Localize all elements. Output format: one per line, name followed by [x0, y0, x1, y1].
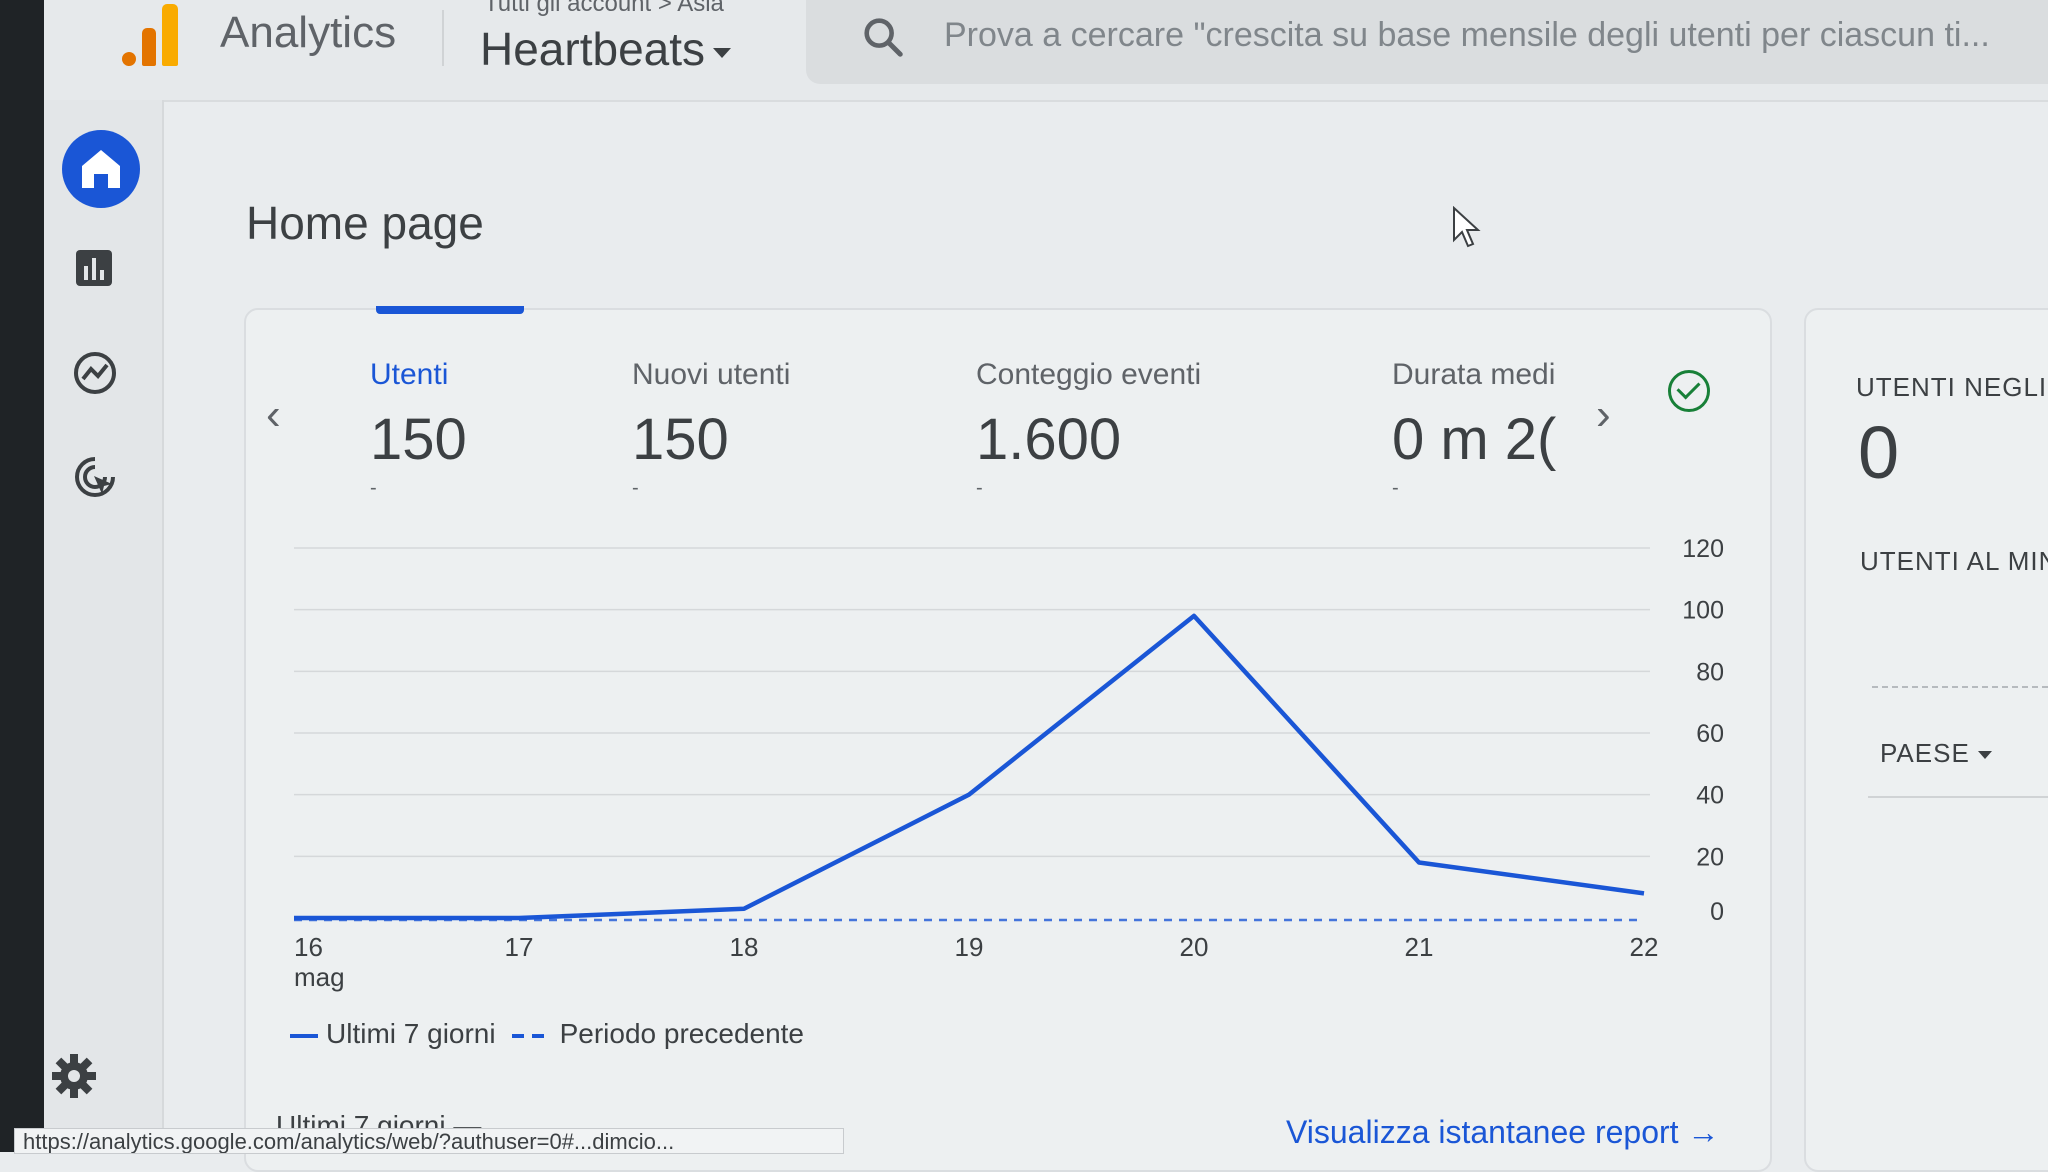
x-tick-label: 19 — [955, 932, 984, 962]
legend-previous: Periodo precedente — [559, 1018, 805, 1049]
per-minute-baseline — [1872, 686, 2048, 688]
x-tick-label: 18 — [730, 932, 759, 962]
report-link-label: Visualizza istantanee report — [1286, 1114, 1679, 1150]
legend-swatch-solid — [290, 1033, 318, 1038]
users-line-chart: 0 20 40 60 80 100 120 16mag 17 18 19 20 21 22 — [294, 535, 1724, 992]
users-per-minute-label: UTENTI AL MIN — [1860, 546, 2048, 576]
series-line-ultimi-7-giorni — [294, 613, 1645, 921]
x-tick-label: 20 — [1180, 932, 1209, 962]
chart-legend: Ultimi 7 giorni Periodo precedente — [290, 1018, 804, 1050]
realtime-users-label: UTENTI NEGLI U — [1856, 372, 2048, 402]
realtime-users-value: 0 — [1858, 411, 1900, 494]
country-dropdown-label: PAESE — [1880, 738, 1970, 768]
x-tick-label: 22 — [1630, 932, 1659, 962]
x-tick-label: mag — [294, 962, 345, 992]
arrow-right-icon: → — [1687, 1114, 1720, 1150]
y-tick-label: 120 — [1682, 535, 1724, 563]
y-tick-label: 60 — [1696, 720, 1724, 748]
browser-status-url: https://analytics.google.com/analytics/w… — [14, 1128, 844, 1154]
country-dropdown[interactable]: PAESE — [1880, 738, 1992, 769]
legend-swatch-dashed — [511, 1033, 550, 1038]
y-tick-label: 20 — [1696, 843, 1724, 871]
view-report-snapshot-link[interactable]: Visualizza istantanee report → — [1286, 1114, 1719, 1151]
x-tick-label: 16 — [294, 932, 323, 962]
dropdown-divider — [1868, 796, 2048, 798]
mouse-cursor-icon — [1453, 206, 1481, 248]
y-tick-label: 100 — [1682, 597, 1724, 625]
y-tick-label: 0 — [1710, 898, 1724, 926]
y-tick-label: 80 — [1696, 658, 1724, 686]
x-tick-label: 17 — [505, 932, 534, 962]
legend-current: Ultimi 7 giorni — [326, 1018, 496, 1049]
x-tick-label: 21 — [1405, 932, 1434, 962]
y-tick-label: 40 — [1696, 782, 1724, 810]
chevron-down-icon — [1977, 751, 1992, 760]
